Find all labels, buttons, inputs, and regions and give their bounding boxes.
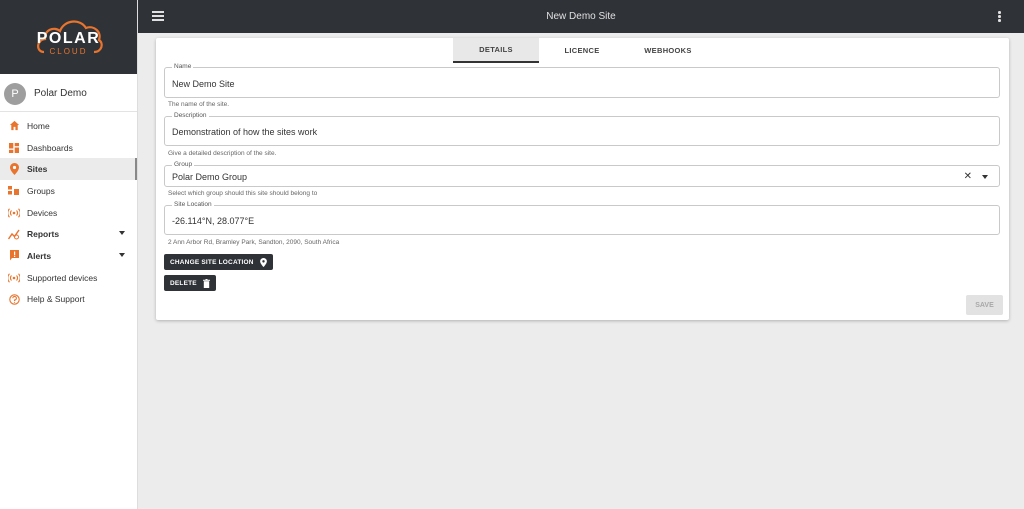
user-profile[interactable]: P Polar Demo: [0, 76, 137, 112]
save-button[interactable]: SAVE: [966, 295, 1003, 315]
top-app-bar: New Demo Site: [138, 0, 1024, 33]
group-select-value[interactable]: Polar Demo Group: [172, 172, 247, 182]
sidebar-item-label: Alerts: [27, 250, 52, 261]
sidebar-item-devices[interactable]: Devices: [0, 202, 137, 224]
description-hint: Give a detailed description of the site.: [168, 150, 277, 157]
tab-webhooks[interactable]: WEBHOOKS: [625, 38, 711, 63]
sidebar-item-reports[interactable]: Reports: [0, 223, 137, 245]
sidebar: POLAR CLOUD P Polar Demo Home Dashboards…: [0, 0, 138, 509]
tab-licence[interactable]: LICENCE: [539, 38, 625, 63]
sidebar-item-home[interactable]: Home: [0, 115, 137, 137]
home-icon: [8, 120, 20, 132]
help-icon: [8, 293, 20, 305]
site-location-field[interactable]: Site Location -26.114°N, 28.077°E: [164, 201, 1000, 235]
name-field[interactable]: Name New Demo Site: [164, 63, 1000, 98]
site-details-card: DETAILS LICENCE WEBHOOKS Name New Demo S…: [156, 38, 1009, 320]
sidebar-item-groups[interactable]: Groups: [0, 180, 137, 202]
sidebar-item-label: Sites: [27, 164, 48, 175]
sidebar-item-label: Home: [27, 120, 50, 131]
sidebar-item-alerts[interactable]: Alerts: [0, 245, 137, 267]
sidebar-item-supported-devices[interactable]: Supported devices: [0, 267, 137, 289]
sidebar-item-label: Groups: [27, 185, 55, 196]
broadcast-icon: [8, 272, 20, 284]
group-select[interactable]: Group Polar Demo Group ✕: [164, 161, 1000, 187]
location-pin-icon: [259, 257, 267, 267]
user-name: Polar Demo: [34, 88, 87, 99]
description-field-value[interactable]: Demonstration of how the sites work: [172, 127, 317, 137]
sidebar-item-label: Dashboards: [27, 142, 73, 153]
chevron-down-icon[interactable]: [119, 231, 125, 236]
tab-details[interactable]: DETAILS: [453, 38, 539, 63]
name-hint: The name of the site.: [168, 101, 230, 108]
site-location-address: 2 Ann Arbor Rd, Bramley Park, Sandton, 2…: [168, 239, 340, 246]
description-field[interactable]: Description Demonstration of how the sit…: [164, 112, 1000, 146]
dashboard-icon: [8, 142, 20, 154]
location-pin-icon: [8, 163, 20, 176]
trash-icon: [202, 278, 210, 288]
sidebar-item-label: Supported devices: [27, 272, 98, 283]
close-icon[interactable]: ✕: [964, 171, 972, 182]
sidebar-nav: Home Dashboards Sites Groups Devices Rep…: [0, 115, 137, 310]
tab-bar: DETAILS LICENCE WEBHOOKS: [453, 38, 711, 63]
description-field-label: Description: [172, 112, 209, 119]
avatar: P: [4, 82, 26, 105]
sidebar-item-help-support[interactable]: Help & Support: [0, 289, 137, 311]
change-site-location-label: CHANGE SITE LOCATION: [170, 258, 254, 266]
sidebar-item-label: Devices: [27, 207, 58, 218]
groups-icon: [8, 185, 20, 197]
logo-area: POLAR CLOUD: [0, 0, 137, 74]
name-field-label: Name: [172, 63, 194, 70]
sidebar-item-label: Help & Support: [27, 294, 85, 305]
chart-icon: [8, 228, 20, 240]
page-title: New Demo Site: [546, 11, 616, 22]
site-location-label: Site Location: [172, 201, 214, 208]
sidebar-item-sites[interactable]: Sites: [0, 158, 137, 181]
name-field-value[interactable]: New Demo Site: [172, 79, 235, 89]
broadcast-icon: [8, 207, 20, 219]
chevron-down-icon[interactable]: [982, 175, 988, 179]
sidebar-item-dashboards[interactable]: Dashboards: [0, 137, 137, 159]
site-location-value[interactable]: -26.114°N, 28.077°E: [172, 216, 254, 226]
logo-subtext: CLOUD: [49, 47, 88, 56]
logo-text: POLAR: [36, 30, 101, 47]
delete-label: DELETE: [170, 279, 197, 287]
group-select-label: Group: [172, 161, 195, 168]
alert-icon: [8, 250, 20, 262]
polar-cloud-logo[interactable]: POLAR CLOUD: [34, 12, 104, 62]
sidebar-item-label: Reports: [27, 229, 60, 240]
kebab-icon[interactable]: [998, 11, 1002, 23]
chevron-down-icon[interactable]: [119, 253, 125, 258]
group-hint: Select which group should this site shou…: [168, 190, 318, 197]
delete-button[interactable]: DELETE: [164, 275, 216, 291]
change-site-location-button[interactable]: CHANGE SITE LOCATION: [164, 254, 273, 270]
